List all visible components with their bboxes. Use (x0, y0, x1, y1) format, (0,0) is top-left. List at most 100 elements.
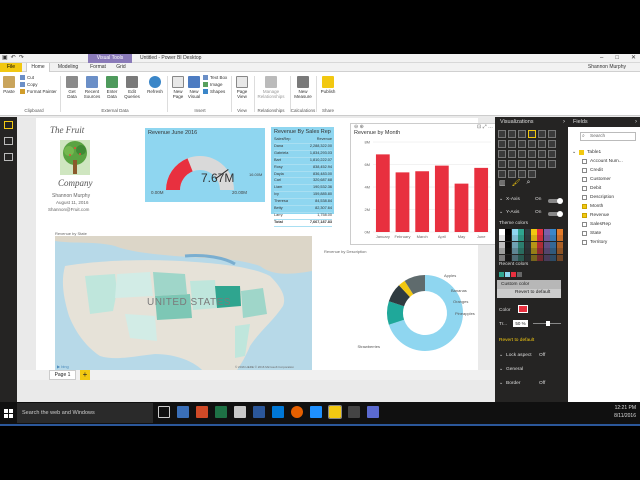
theme-swatch[interactable] (537, 235, 544, 242)
theme-swatch[interactable] (550, 248, 557, 255)
theme-swatch[interactable] (524, 229, 531, 235)
data-view-icon[interactable] (4, 137, 13, 145)
transparency-slider[interactable] (533, 321, 561, 326)
maximize-button[interactable]: □ (615, 54, 619, 63)
field-checkbox[interactable] (582, 186, 587, 191)
slider-thumb[interactable] (546, 321, 550, 326)
scatter-icon[interactable] (498, 150, 506, 158)
enter-data-button[interactable]: Enter Data (104, 76, 120, 99)
collapse-fields-icon[interactable]: › (635, 117, 637, 127)
donut-icon[interactable] (518, 150, 526, 158)
recent-swatch[interactable] (511, 272, 516, 277)
field-item[interactable]: Credit (572, 166, 638, 175)
field-item[interactable]: Month (572, 202, 638, 211)
table-icon[interactable] (498, 170, 506, 178)
field-item[interactable]: Description (572, 193, 638, 202)
theme-swatch[interactable] (537, 248, 544, 255)
theme-swatch[interactable] (543, 229, 550, 235)
theme-swatch[interactable] (543, 241, 550, 248)
theme-swatch[interactable] (524, 248, 531, 255)
field-checkbox[interactable] (582, 195, 587, 200)
theme-swatch[interactable] (550, 235, 557, 242)
field-checkbox[interactable] (582, 159, 587, 164)
firefox-icon[interactable] (291, 406, 303, 418)
field-checkbox[interactable] (582, 168, 587, 173)
area-chart-icon[interactable] (508, 140, 516, 148)
sales-rep-table-visual[interactable]: Revenue By Sales Rep SalesRep Revenue Dana… (271, 127, 334, 227)
undo-icon[interactable]: ↶ (11, 55, 16, 62)
theme-swatch[interactable] (524, 235, 531, 242)
custom-color-menu-item[interactable]: Custom color (497, 280, 561, 289)
theme-swatch[interactable] (530, 241, 537, 248)
theme-swatch[interactable] (511, 235, 518, 242)
theme-swatch[interactable] (543, 254, 550, 261)
clustered-bar-icon[interactable] (518, 130, 526, 138)
text-box-button[interactable]: Text Box (203, 74, 227, 81)
manage-relationships-button[interactable]: Manage Relationships (256, 76, 286, 99)
r-visual-icon[interactable] (518, 170, 526, 178)
clock-time[interactable]: 12:21 PM (614, 404, 636, 412)
theme-swatch[interactable] (543, 235, 550, 242)
recent-swatch[interactable] (499, 272, 504, 277)
app-icon[interactable] (367, 406, 379, 418)
map-icon[interactable] (538, 150, 546, 158)
field-item[interactable]: State (572, 229, 638, 238)
stacked-bar-icon[interactable] (498, 130, 506, 138)
theme-swatch[interactable] (505, 235, 512, 242)
theme-swatch[interactable] (499, 254, 505, 261)
theme-swatch[interactable] (524, 254, 531, 261)
gauge-visual[interactable]: Revenue June 2016 7.67M 0.00M 20.00M 16.… (145, 128, 265, 202)
paste-button[interactable]: Paste (3, 76, 15, 94)
refresh-button[interactable]: Refresh (146, 76, 164, 94)
bar[interactable] (474, 167, 489, 232)
power-bi-icon[interactable] (328, 405, 342, 419)
page-view-button[interactable]: Page View (234, 76, 250, 99)
y-axis-toggle[interactable] (548, 211, 563, 217)
shapes-button[interactable]: Shapes (203, 88, 225, 95)
theme-swatch[interactable] (499, 241, 505, 248)
theme-swatch[interactable] (530, 254, 537, 261)
transparency-input[interactable]: 50 % (513, 320, 528, 327)
revenue-by-state-map[interactable]: Revenue by State UNITED STATES ▶ bing © … (55, 231, 312, 373)
signed-in-user[interactable]: Shannon Murphy (588, 63, 626, 72)
column-header[interactable]: SalesRep (274, 137, 290, 143)
field-checkbox[interactable] (582, 222, 587, 227)
outlook-icon[interactable] (272, 406, 284, 418)
edge-icon[interactable] (310, 406, 322, 418)
tab-format[interactable]: Format (86, 63, 110, 72)
field-checkbox[interactable] (582, 213, 587, 218)
stacked-area-icon[interactable] (518, 140, 526, 148)
table-node[interactable]: ⌄ Table1 (572, 148, 638, 157)
theme-swatch[interactable] (550, 241, 557, 248)
bar[interactable] (375, 154, 390, 232)
bar-100-icon[interactable] (538, 130, 546, 138)
theme-swatch[interactable] (518, 229, 525, 235)
more-visuals-icon[interactable] (528, 170, 536, 178)
field-item[interactable]: Revenue (572, 211, 638, 220)
card-icon[interactable] (518, 160, 526, 168)
field-checkbox[interactable] (582, 177, 587, 182)
theme-swatch[interactable] (511, 248, 518, 255)
prop-lock-aspect[interactable]: ⌄ Lock aspect Off (499, 353, 545, 358)
pie-icon[interactable] (508, 150, 516, 158)
slicer-icon[interactable] (548, 160, 556, 168)
waterfall-icon[interactable] (548, 140, 556, 148)
fields-well-icon[interactable]: ▥ (499, 179, 506, 187)
get-data-button[interactable]: Get Data (64, 76, 80, 99)
prop-y-axis[interactable]: ⌄ Y-Axis On (499, 210, 541, 215)
word-icon[interactable] (253, 406, 265, 418)
analytics-icon[interactable]: ⌕ (527, 179, 531, 187)
theme-swatch[interactable] (524, 241, 531, 248)
column-header[interactable]: Revenue (317, 137, 332, 143)
theme-swatch[interactable] (505, 254, 512, 261)
clustered-column-icon[interactable] (528, 130, 536, 138)
minimize-button[interactable]: – (600, 54, 603, 63)
tab-modeling[interactable]: Modeling (54, 63, 82, 72)
theme-swatch[interactable] (537, 241, 544, 248)
theme-swatch[interactable] (505, 229, 512, 235)
edit-queries-button[interactable]: Edit Queries (123, 76, 141, 99)
theme-swatch[interactable] (511, 254, 518, 261)
publish-button[interactable]: Publish (319, 76, 337, 94)
prop-x-axis[interactable]: ⌄ X-Axis On (499, 197, 541, 202)
field-item[interactable]: SalesRep (572, 220, 638, 229)
